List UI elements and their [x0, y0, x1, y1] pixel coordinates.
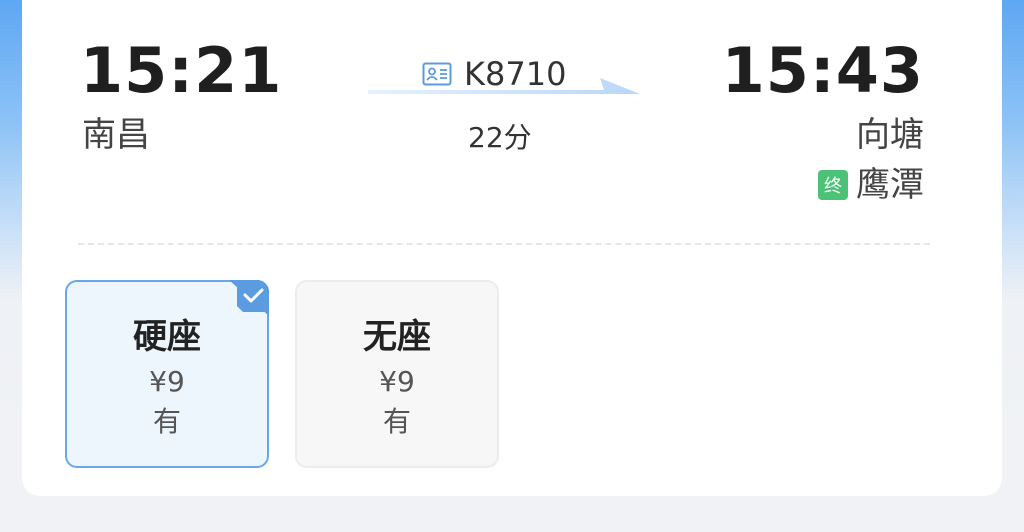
seat-option-hard-seat[interactable]: 硬座 ¥9 有 — [65, 280, 269, 468]
terminal-station: 鹰潭 — [856, 165, 924, 205]
arrow-right-icon — [368, 78, 640, 94]
seat-name: 硬座 — [133, 317, 201, 357]
terminal-info: 终 鹰潭 — [818, 168, 924, 202]
departure-time: 15:21 — [80, 34, 283, 107]
departure-station: 南昌 — [82, 115, 150, 155]
seat-availability: 有 — [152, 405, 181, 438]
trip-duration: 22分 — [468, 121, 532, 154]
seat-availability: 有 — [382, 405, 411, 438]
divider — [78, 243, 930, 245]
arrival-time: 15:43 — [721, 34, 924, 107]
terminal-badge: 终 — [818, 170, 848, 200]
seat-option-no-seat[interactable]: 无座 ¥9 有 — [295, 280, 499, 468]
selected-marker — [229, 280, 269, 316]
seat-price: ¥9 — [379, 365, 415, 398]
check-icon — [229, 280, 269, 316]
seat-name: 无座 — [363, 317, 431, 357]
seat-price: ¥9 — [149, 365, 185, 398]
arrival-station: 向塘 — [856, 115, 924, 155]
train-card[interactable]: 15:21 南昌 K8710 22分 15:43 向塘 终 鹰潭 硬座 ¥9 有… — [22, 0, 1002, 496]
